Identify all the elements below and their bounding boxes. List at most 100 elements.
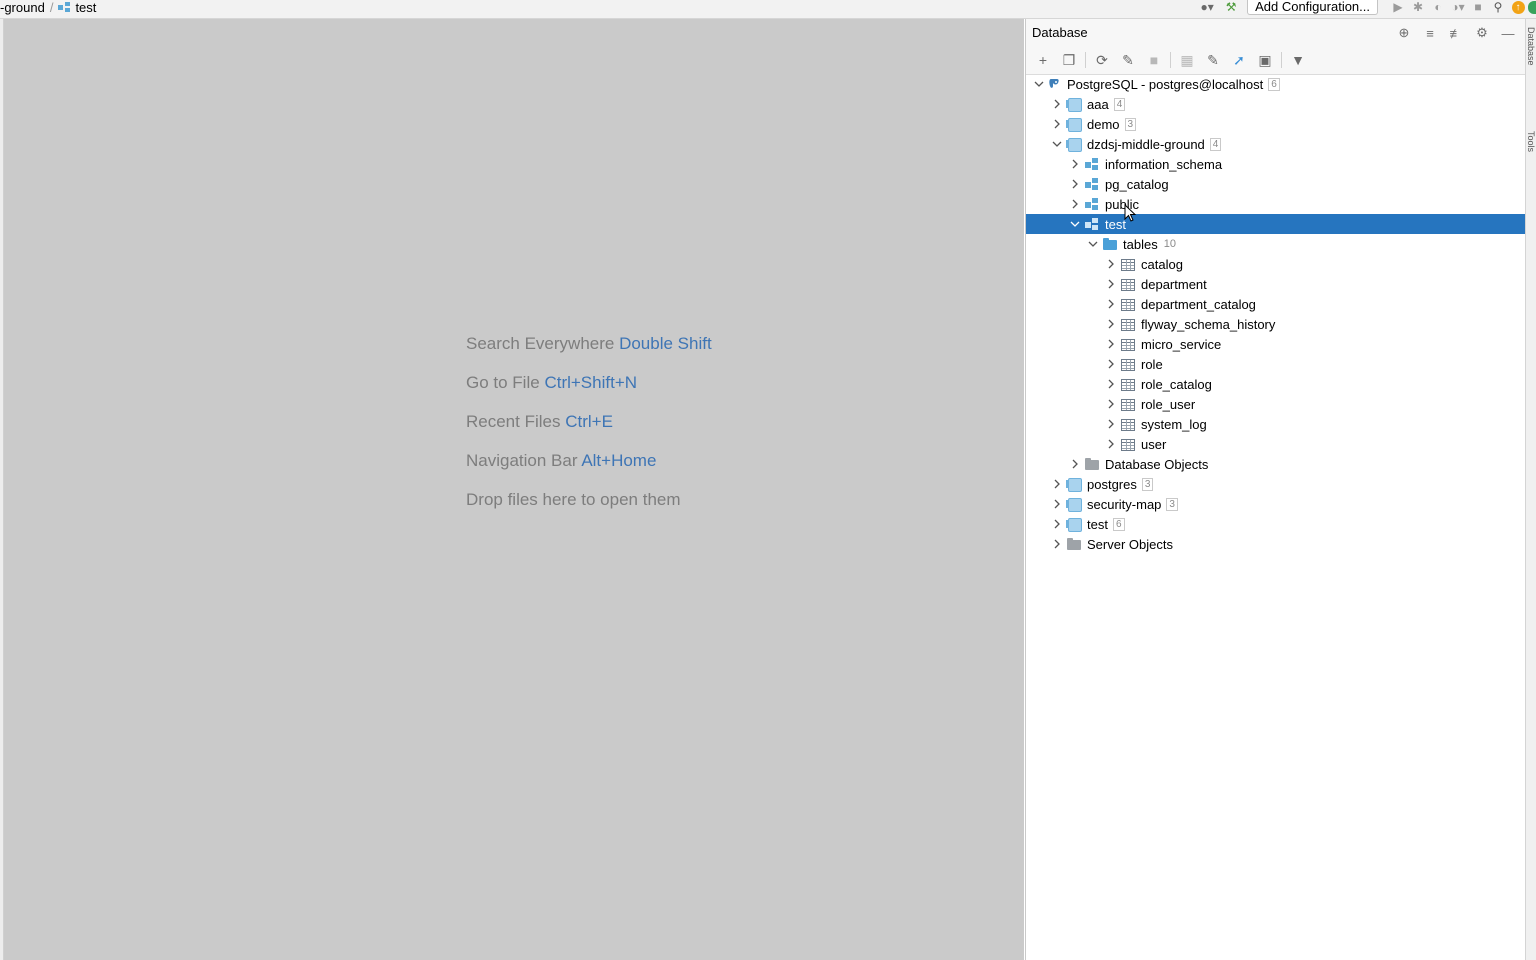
tree-table[interactable]: micro_service: [1026, 334, 1526, 354]
tree-table[interactable]: system_log: [1026, 414, 1526, 434]
tree-server-objects[interactable]: Server Objects: [1026, 534, 1526, 554]
table-icon: [1121, 398, 1135, 411]
table-icon: [1121, 378, 1135, 391]
chevron-right-icon[interactable]: [1102, 394, 1120, 414]
breadcrumb-schema[interactable]: test: [75, 0, 96, 15]
schema-icon: [58, 2, 71, 12]
search-icon[interactable]: ⚲: [1488, 0, 1508, 14]
tree-table[interactable]: catalog: [1026, 254, 1526, 274]
folder-icon: [1066, 537, 1082, 551]
tree-table[interactable]: flyway_schema_history: [1026, 314, 1526, 334]
table-icon: [1121, 338, 1135, 351]
chevron-down-icon[interactable]: [1030, 74, 1048, 94]
tree-schema-selected[interactable]: test: [1026, 214, 1526, 234]
tree-table[interactable]: user: [1026, 434, 1526, 454]
tree-table[interactable]: role_catalog: [1026, 374, 1526, 394]
database-icon: [1066, 137, 1082, 152]
chevron-right-icon[interactable]: [1102, 434, 1120, 454]
chevron-right-icon[interactable]: [1102, 374, 1120, 394]
tree-database[interactable]: dzdsj-middle-ground 4: [1026, 134, 1526, 154]
breadcrumb-project[interactable]: -ground: [0, 0, 45, 15]
chevron-down-icon[interactable]: [1084, 234, 1102, 254]
folder-icon: [1102, 237, 1118, 251]
tree-schema[interactable]: information_schema: [1026, 154, 1526, 174]
table-icon: [1121, 298, 1135, 311]
tree-table[interactable]: department_catalog: [1026, 294, 1526, 314]
chevron-down-icon[interactable]: [1066, 214, 1084, 234]
tree-table[interactable]: department: [1026, 274, 1526, 294]
stop-icon[interactable]: ■: [1141, 49, 1167, 71]
tree-schema[interactable]: pg_catalog: [1026, 174, 1526, 194]
tree-database[interactable]: test 6: [1026, 514, 1526, 534]
chevron-right-icon[interactable]: [1102, 314, 1120, 334]
chevron-right-icon[interactable]: [1066, 454, 1084, 474]
filter-icon[interactable]: ▼: [1285, 49, 1311, 71]
chevron-right-icon[interactable]: [1102, 334, 1120, 354]
chevron-right-icon[interactable]: [1066, 174, 1084, 194]
chevron-right-icon[interactable]: [1048, 534, 1066, 554]
tree-database[interactable]: aaa 4: [1026, 94, 1526, 114]
tree-database[interactable]: security-map 3: [1026, 494, 1526, 514]
chevron-down-icon[interactable]: [1048, 134, 1066, 154]
table-label: catalog: [1141, 256, 1183, 272]
schema-icon: [1084, 197, 1100, 211]
refresh-icon[interactable]: ⟳: [1089, 49, 1115, 71]
jump-to-source-icon[interactable]: ➚: [1226, 49, 1252, 71]
tree-table[interactable]: role: [1026, 354, 1526, 374]
update-icon[interactable]: ↑: [1508, 0, 1528, 14]
table-label: micro_service: [1141, 336, 1222, 352]
toolbar-separator: [1281, 52, 1282, 68]
chevron-right-icon[interactable]: [1066, 154, 1084, 174]
database-tree: PostgreSQL - postgres@localhost 6 aaa 4 …: [1026, 74, 1526, 554]
tree-database-objects[interactable]: Database Objects: [1026, 454, 1526, 474]
profile-icon[interactable]: ◑▾: [1448, 0, 1468, 14]
chevron-right-icon[interactable]: [1048, 474, 1066, 494]
chevron-right-icon[interactable]: [1048, 494, 1066, 514]
chevron-right-icon[interactable]: [1102, 274, 1120, 294]
duplicate-icon[interactable]: ❐: [1056, 49, 1082, 71]
user-icon[interactable]: ●▾: [1193, 0, 1221, 14]
chevron-right-icon[interactable]: [1048, 114, 1066, 134]
chevron-right-icon[interactable]: [1066, 194, 1084, 214]
build-hammer-icon[interactable]: ⚒: [1221, 0, 1241, 14]
database-icon: [1066, 97, 1082, 112]
collapse-all-icon[interactable]: ≢: [1443, 23, 1469, 43]
query-console-icon[interactable]: ▣: [1252, 49, 1278, 71]
schema-label: test: [1105, 216, 1126, 232]
side-tab-database[interactable]: Database: [1528, 27, 1536, 107]
database-label: test: [1087, 516, 1108, 532]
minimize-icon[interactable]: —: [1495, 23, 1521, 43]
tree-database[interactable]: demo 3: [1026, 114, 1526, 134]
stop-icon[interactable]: ■: [1468, 0, 1488, 14]
table-editor-icon[interactable]: ▦: [1174, 49, 1200, 71]
run-icon[interactable]: ▶: [1388, 0, 1408, 14]
tree-datasource[interactable]: PostgreSQL - postgres@localhost 6: [1026, 74, 1526, 94]
add-configuration-button[interactable]: Add Configuration...: [1247, 0, 1378, 15]
plugin-icon[interactable]: [1528, 0, 1536, 14]
coverage-icon[interactable]: ◐: [1428, 0, 1448, 14]
chevron-right-icon[interactable]: [1102, 414, 1120, 434]
chevron-right-icon[interactable]: [1048, 514, 1066, 534]
tree-table[interactable]: role_user: [1026, 394, 1526, 414]
database-icon: [1066, 117, 1082, 132]
side-tab-tools[interactable]: Tools: [1528, 131, 1536, 191]
tree-schema[interactable]: public: [1026, 194, 1526, 214]
count-badge: 3: [1124, 117, 1137, 131]
locate-icon[interactable]: ⊕: [1391, 23, 1417, 43]
table-icon: [1121, 358, 1135, 371]
add-icon[interactable]: +: [1030, 49, 1056, 71]
chevron-right-icon[interactable]: [1102, 294, 1120, 314]
chevron-right-icon[interactable]: [1102, 354, 1120, 374]
debug-icon[interactable]: ✱: [1408, 0, 1428, 14]
expand-all-icon[interactable]: ≡: [1417, 23, 1443, 43]
database-tool-window: Database ⊕ ≡ ≢ ⚙ — + ❐ ⟳ ✎ ■ ▦ ✎ ➚ ▣ ▼ P…: [1025, 19, 1526, 960]
database-icon: [1066, 517, 1082, 532]
properties-icon[interactable]: ✎: [1115, 49, 1141, 71]
gear-icon[interactable]: ⚙: [1469, 23, 1495, 43]
tree-database[interactable]: postgres 3: [1026, 474, 1526, 494]
folder-icon: [1084, 457, 1100, 471]
edit-icon[interactable]: ✎: [1200, 49, 1226, 71]
chevron-right-icon[interactable]: [1102, 254, 1120, 274]
chevron-right-icon[interactable]: [1048, 94, 1066, 114]
tree-tables-folder[interactable]: tables 10: [1026, 234, 1526, 254]
